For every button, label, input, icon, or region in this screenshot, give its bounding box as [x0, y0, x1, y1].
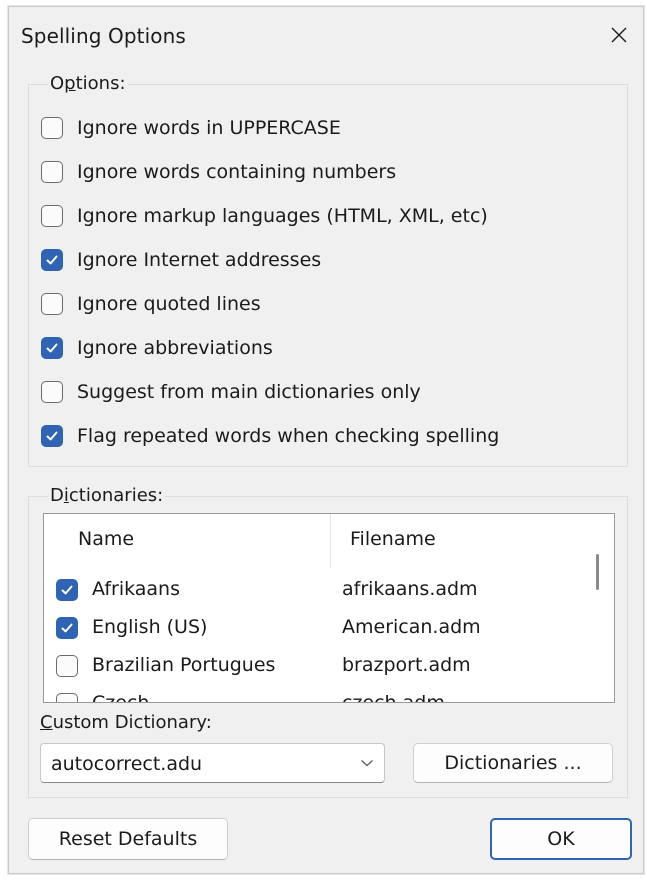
chevron-down-icon: [361, 760, 373, 767]
checkbox[interactable]: [56, 579, 78, 601]
option-ignore-uppercase[interactable]: Ignore words in UPPERCASE: [41, 114, 341, 142]
checkbox[interactable]: [41, 337, 63, 359]
custom-dictionary-select[interactable]: autocorrect.adu: [40, 743, 385, 783]
ok-button[interactable]: OK: [490, 818, 632, 860]
close-button[interactable]: [603, 19, 635, 51]
option-label: Ignore words in UPPERCASE: [77, 117, 341, 139]
dictionary-filename: brazport.adm: [342, 654, 471, 676]
option-flag-repeated[interactable]: Flag repeated words when checking spelli…: [41, 422, 499, 450]
dictionary-name: Czech: [92, 692, 150, 703]
option-suggest-main-only[interactable]: Suggest from main dictionaries only: [41, 378, 421, 406]
option-ignore-markup[interactable]: Ignore markup languages (HTML, XML, etc): [41, 202, 488, 230]
dialog-title: Spelling Options: [21, 24, 186, 48]
checkbox[interactable]: [56, 693, 78, 702]
option-label: Ignore words containing numbers: [77, 161, 397, 183]
column-divider[interactable]: [330, 514, 331, 568]
custom-dictionary-label: Custom Dictionary:: [40, 712, 212, 733]
vertical-scrollbar[interactable]: [584, 516, 612, 700]
dictionary-row[interactable]: Czech czech.adm: [44, 686, 584, 703]
close-icon: [611, 27, 627, 43]
dictionary-filename: afrikaans.adm: [342, 578, 478, 600]
dictionary-name: Afrikaans: [92, 578, 180, 600]
option-ignore-internet[interactable]: Ignore Internet addresses: [41, 246, 321, 274]
checkbox[interactable]: [41, 249, 63, 271]
checkmark-icon: [46, 255, 58, 265]
option-label: Ignore abbreviations: [77, 337, 273, 359]
dictionaries-button[interactable]: Dictionaries ...: [413, 743, 613, 783]
dictionary-row[interactable]: Brazilian Portugues brazport.adm: [44, 648, 584, 684]
title-bar: Spelling Options: [9, 7, 643, 63]
dictionary-name: English (US): [92, 616, 208, 638]
scrollbar-thumb[interactable]: [596, 554, 599, 590]
checkmark-icon: [61, 623, 73, 633]
checkbox[interactable]: [41, 205, 63, 227]
column-header-filename[interactable]: Filename: [350, 528, 436, 550]
dictionary-row[interactable]: English (US) American.adm: [44, 610, 584, 646]
checkbox[interactable]: [56, 617, 78, 639]
option-ignore-abbreviations[interactable]: Ignore abbreviations: [41, 334, 273, 362]
checkbox[interactable]: [41, 117, 63, 139]
checkbox[interactable]: [41, 293, 63, 315]
option-ignore-quoted[interactable]: Ignore quoted lines: [41, 290, 261, 318]
options-group-label: Options:: [48, 73, 128, 94]
checkbox[interactable]: [56, 655, 78, 677]
column-header-name[interactable]: Name: [78, 528, 134, 550]
dictionary-filename: American.adm: [342, 616, 481, 638]
checkbox[interactable]: [41, 425, 63, 447]
option-label: Ignore quoted lines: [77, 293, 261, 315]
option-label: Ignore markup languages (HTML, XML, etc): [77, 205, 488, 227]
custom-dictionary-value: autocorrect.adu: [51, 753, 203, 775]
checkbox[interactable]: [41, 161, 63, 183]
checkbox[interactable]: [41, 381, 63, 403]
option-label: Flag repeated words when checking spelli…: [77, 425, 500, 447]
dictionary-name: Brazilian Portugues: [92, 654, 276, 676]
option-label: Ignore Internet addresses: [77, 249, 322, 271]
checkmark-icon: [46, 343, 58, 353]
dictionary-row[interactable]: Afrikaans afrikaans.adm: [44, 572, 584, 608]
checkmark-icon: [61, 585, 73, 595]
dictionary-list[interactable]: Name Filename Afrikaans afrikaans.adm En…: [43, 513, 615, 703]
checkmark-icon: [46, 431, 58, 441]
reset-defaults-button[interactable]: Reset Defaults: [28, 818, 228, 860]
option-ignore-numbers[interactable]: Ignore words containing numbers: [41, 158, 396, 186]
option-label: Suggest from main dictionaries only: [77, 381, 421, 403]
dictionaries-group-label: Dictionaries:: [48, 485, 166, 506]
dictionary-filename: czech.adm: [342, 692, 445, 703]
